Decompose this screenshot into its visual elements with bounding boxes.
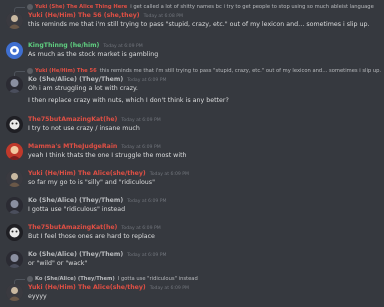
avatar[interactable] — [6, 224, 23, 241]
timestamp: Today at 6:09 PM — [127, 199, 167, 204]
message-text: or "wild" or "wack" — [28, 260, 88, 267]
message-header: Ko (She/Alice) (They/Them) Today at 6:09 … — [28, 197, 167, 206]
message: KingThinng (he/him) Today at 6:09 PM As m… — [0, 40, 384, 60]
username[interactable]: Yuki (He/Him) The Alice(she/they) — [28, 170, 146, 177]
message-header: Yuki (He/Him) The Alice(she/they) Today a… — [28, 170, 189, 179]
username[interactable]: KingThinng (he/him) — [28, 42, 99, 49]
message-text: I gotta use "ridiculous" instead — [28, 206, 126, 213]
message-header: Yuki (He/Him) The 56 (she,they) Today at … — [28, 12, 183, 21]
reply-preview[interactable]: Ko (She/Alice) (They/Them) I gotta use "r… — [14, 275, 198, 285]
avatar[interactable] — [6, 12, 23, 29]
chat-message-list: Yuki (She) The Alice Thing Here i get cal… — [0, 0, 384, 307]
avatar[interactable] — [6, 197, 23, 214]
avatar[interactable] — [6, 76, 23, 93]
timestamp: Today at 6:09 PM — [121, 145, 161, 150]
avatar[interactable] — [6, 284, 23, 301]
reply-avatar — [27, 275, 33, 282]
timestamp: Today at 6:09 PM — [121, 226, 161, 231]
message-text: But I feel those ones are hard to replac… — [28, 233, 155, 240]
username[interactable]: Ko (She/Alice) (They/Them) — [28, 76, 123, 83]
message: Mamma's MTheJudgeRain Today at 6:09 PM ye… — [0, 141, 384, 161]
message-text: yeah I think thats the one I struggle th… — [28, 152, 187, 159]
avatar[interactable] — [6, 42, 23, 59]
username[interactable]: Ko (She/Alice) (They/Them) — [28, 251, 123, 258]
timestamp: Today at 6:09 PM — [149, 172, 190, 177]
message-header: Ko (She/Alice) (They/Them) Today at 6:09 … — [28, 76, 167, 85]
message: Yuki (He/Him) The 56 this reminds me that… — [0, 67, 384, 107]
reply-avatar — [27, 3, 33, 10]
username[interactable]: The75butAmazingKat(he) — [28, 224, 117, 231]
timestamp: Today at 6:09 PM — [127, 78, 167, 83]
avatar[interactable] — [6, 116, 23, 133]
timestamp: Today at 6:09 PM — [121, 118, 161, 123]
timestamp: Today at 6:08 PM — [143, 14, 183, 19]
message-text: eyyyy — [28, 293, 47, 300]
username[interactable]: Ko (She/Alice) (They/Them) — [28, 197, 123, 204]
reply-username[interactable]: Yuki (He/Him) The 56 — [35, 68, 97, 74]
reply-text: i get called a lot of shitty names bc i … — [130, 4, 374, 10]
message: Ko (She/Alice) (They/Them) Today at 6:09 … — [0, 195, 384, 215]
message-header: KingThinng (he/him) Today at 6:09 PM — [28, 42, 143, 51]
message: Ko (She/Alice) (They/Them) Today at 6:09 … — [0, 249, 384, 269]
timestamp: Today at 6:09 PM — [127, 253, 167, 258]
timestamp: Today at 6:09 PM — [103, 44, 143, 49]
message: Yuki (He/Him) The Alice(she/they) Today a… — [0, 168, 384, 188]
avatar[interactable] — [6, 170, 23, 187]
reply-preview[interactable]: Yuki (She) The Alice Thing Here i get cal… — [14, 3, 374, 13]
username[interactable]: Yuki (He/Him) The 56 (she,they) — [28, 12, 140, 19]
message-text: this reminds me that i'm still trying to… — [28, 21, 370, 28]
avatar[interactable] — [6, 251, 23, 268]
username[interactable]: The75butAmazingKat(he) — [28, 116, 117, 123]
message-text: As much as the stock market is gambling — [28, 51, 159, 58]
reply-text: this reminds me that i'm still trying to… — [99, 68, 382, 74]
message-text: I then replace crazy with nuts, which I … — [28, 97, 229, 104]
message-header: Ko (She/Alice) (They/Them) Today at 6:09 … — [28, 251, 167, 260]
timestamp: Today at 6:09 PM — [149, 286, 190, 291]
message: Ko (She/Alice) (They/Them) I gotta use "r… — [0, 275, 384, 305]
message: The75butAmazingKat(he) Today at 6:09 PM B… — [0, 222, 384, 242]
message: Yuki (She) The Alice Thing Here i get cal… — [0, 3, 384, 31]
reply-username[interactable]: Yuki (She) The Alice Thing Here — [35, 4, 127, 10]
reply-text: I gotta use "ridiculous" instead — [117, 276, 198, 282]
message-header: The75butAmazingKat(he) Today at 6:09 PM — [28, 224, 161, 233]
username[interactable]: Mamma's MTheJudgeRain — [28, 143, 117, 150]
avatar[interactable] — [6, 143, 23, 160]
message: The75butAmazingKat(he) Today at 6:09 PM I… — [0, 114, 384, 134]
message-header: The75butAmazingKat(he) Today at 6:09 PM — [28, 116, 161, 125]
message-header: Yuki (He/Him) The Alice(she/they) Today a… — [28, 284, 189, 293]
message-text: Oh i am struggling a lot with crazy. — [28, 85, 138, 92]
message-text: so far my go to is "silly" and "ridiculo… — [28, 179, 155, 186]
reply-username[interactable]: Ko (She/Alice) (They/Them) — [35, 276, 115, 282]
reply-preview[interactable]: Yuki (He/Him) The 56 this reminds me that… — [14, 67, 382, 77]
message-text: I try to not use crazy / insane much — [28, 125, 140, 132]
reply-avatar — [27, 67, 33, 74]
username[interactable]: Yuki (He/Him) The Alice(she/they) — [28, 284, 146, 291]
message-header: Mamma's MTheJudgeRain Today at 6:09 PM — [28, 143, 161, 152]
